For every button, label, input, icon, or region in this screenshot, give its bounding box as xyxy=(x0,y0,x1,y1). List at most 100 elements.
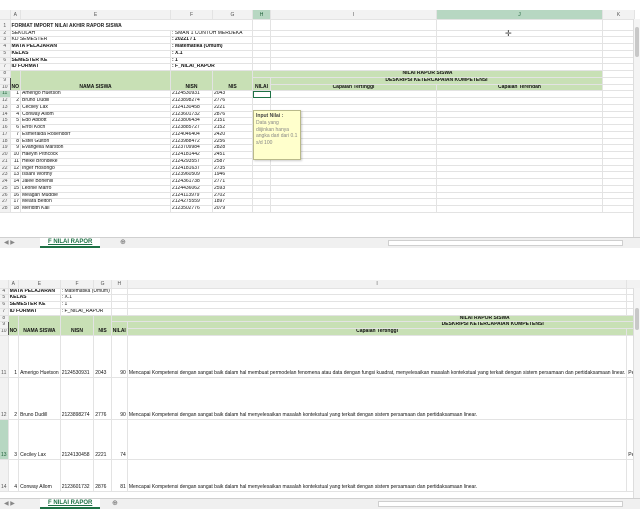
cell-nama-siswa[interactable]: Estel Gulton xyxy=(20,137,171,146)
cell-nama-siswa[interactable]: Meridith Kail xyxy=(20,205,171,213)
meta-label[interactable]: KELAS xyxy=(10,50,171,58)
cell-no[interactable]: 14 xyxy=(9,178,21,186)
cell-capaian-terendah[interactable] xyxy=(436,191,603,200)
meta-value[interactable]: : F_NILAI_RAPOR xyxy=(60,308,112,316)
cell-nilai[interactable]: 81 xyxy=(110,458,128,492)
cell-nis[interactable]: 2828 xyxy=(212,144,253,152)
cell-no[interactable]: 8 xyxy=(9,137,21,146)
cell-capaian-tertinggi[interactable] xyxy=(270,90,437,98)
cell-nis[interactable]: 2420 xyxy=(212,130,253,139)
cell-nis[interactable]: 2256 xyxy=(212,137,253,146)
cell-empty[interactable] xyxy=(602,192,635,200)
cell-nisn[interactable]: 2124361738 xyxy=(170,178,213,186)
cell-no[interactable]: 11 xyxy=(9,157,21,166)
cell-nis[interactable]: 2152 xyxy=(212,124,253,132)
cell-nis[interactable]: 2776 xyxy=(212,97,253,105)
cell-nisn[interactable]: 2123806434 xyxy=(170,117,213,125)
horizontal-scrollbar[interactable] xyxy=(388,240,623,246)
row-number[interactable]: 15 xyxy=(0,117,11,125)
row-number[interactable]: 4 xyxy=(0,288,9,296)
col-header-j[interactable]: J xyxy=(626,280,640,289)
cell-no[interactable]: 12 xyxy=(9,164,21,173)
cell-nama-siswa[interactable]: Conway Allom xyxy=(20,110,171,119)
cell-capaian-tertinggi[interactable]: Mencapai Kompetensi dengan sangat baik d… xyxy=(126,334,628,378)
cell-empty[interactable] xyxy=(602,185,635,193)
row-number[interactable]: 19 xyxy=(0,144,11,152)
cell-nama-siswa[interactable]: Issahi Worthy xyxy=(20,171,171,179)
row-number[interactable]: 26 xyxy=(0,192,11,200)
col-header-i[interactable]: I xyxy=(127,280,628,289)
cell-empty[interactable] xyxy=(602,158,635,166)
meta-value[interactable]: : X.1 xyxy=(60,294,112,302)
horizontal-scrollbar[interactable] xyxy=(378,501,623,507)
meta-label[interactable]: MATA PELAJARAN xyxy=(8,288,61,296)
row-number[interactable]: 1 xyxy=(0,19,11,31)
row-number[interactable]: 9 xyxy=(0,321,9,329)
cell-nis[interactable]: 2079 xyxy=(212,205,253,213)
col-header-a[interactable]: A xyxy=(8,280,20,289)
cell-nama-siswa[interactable]: Errol Koch xyxy=(20,124,171,132)
meta-value[interactable]: : Matematika (Umum) xyxy=(60,288,112,296)
cell-empty[interactable] xyxy=(602,90,635,98)
header-nilai-rapor[interactable]: NILAI RAPOR SISWA xyxy=(110,314,640,323)
cell-no[interactable]: 6 xyxy=(9,124,21,132)
cell-nilai[interactable] xyxy=(252,90,271,98)
row-number[interactable]: 14 xyxy=(0,111,11,119)
meta-value[interactable]: : SMAN 1 CONTOH MERDEKA xyxy=(170,30,253,38)
row-number[interactable]: 21 xyxy=(0,158,11,166)
cell-nilai[interactable] xyxy=(252,178,271,186)
cell-nilai[interactable] xyxy=(252,171,271,179)
cell-no[interactable]: 15 xyxy=(9,184,21,193)
row-number[interactable]: 22 xyxy=(0,165,11,173)
cell-nama-siswa[interactable]: Bruno Dudill xyxy=(18,376,61,420)
cell-nilai[interactable] xyxy=(252,191,271,200)
cell-nama-siswa[interactable]: Jalee Bonehill xyxy=(20,178,171,186)
meta-value[interactable]: : 1 xyxy=(170,57,253,65)
cell-no[interactable]: 1 xyxy=(7,334,20,378)
meta-value[interactable]: : 20221 / 1 xyxy=(170,36,253,44)
add-sheet-icon[interactable]: ⊕ xyxy=(112,499,118,509)
cell-nis[interactable]: 1897 xyxy=(212,198,253,206)
row-number[interactable]: 7 xyxy=(0,63,11,71)
header-nilai[interactable]: NILAI xyxy=(110,321,128,336)
cell-capaian-tertinggi[interactable] xyxy=(270,191,437,200)
row-number[interactable]: 12 xyxy=(0,377,9,420)
header-capaian-tertinggi[interactable]: Capaian Tertinggi xyxy=(126,328,628,336)
col-header-j[interactable]: J xyxy=(436,10,603,20)
row-number[interactable]: 5 xyxy=(0,294,9,302)
cell-nisn[interactable]: 2123988472 xyxy=(170,137,213,146)
row-number[interactable]: 7 xyxy=(0,308,9,316)
cell-nis[interactable]: 2593 xyxy=(212,184,253,193)
cell-nilai[interactable] xyxy=(252,198,271,206)
cell-nis[interactable]: 2221 xyxy=(93,418,112,460)
cell-nisn[interactable]: 2123709984 xyxy=(170,144,213,152)
cell-nisn[interactable]: 2124046404 xyxy=(170,130,213,139)
cell-no[interactable]: 18 xyxy=(9,205,21,213)
cell-nama-siswa[interactable]: Heike Brondeke xyxy=(20,157,171,166)
sheet-title[interactable]: FORMAT IMPORT NILAI AKHIR RAPOR SISWA xyxy=(10,19,253,31)
cell-capaian-terendah[interactable] xyxy=(436,151,603,159)
cell-nilai[interactable]: 74 xyxy=(110,418,128,460)
cell-nis[interactable]: 1946 xyxy=(212,171,253,179)
header-capaian-tertinggi[interactable]: Capaian Tertinggi xyxy=(270,83,437,92)
cell-no[interactable]: 3 xyxy=(7,418,20,460)
cell-nama-siswa[interactable]: Ceciley Lax xyxy=(18,418,61,460)
vertical-scrollbar[interactable] xyxy=(633,288,640,498)
cell-nisn[interactable]: 2123960509 xyxy=(170,171,213,179)
row-number[interactable]: 9 xyxy=(0,77,11,85)
cell-nisn[interactable]: 2124530931 xyxy=(59,334,95,378)
cell-capaian-tertinggi[interactable] xyxy=(270,178,437,186)
cell-no[interactable]: 7 xyxy=(9,130,21,139)
cell-capaian-tertinggi[interactable] xyxy=(270,205,437,213)
sheet-tab-f-nilai-rapor[interactable]: F NILAI RAPOR xyxy=(40,499,101,509)
row-number[interactable]: 13 xyxy=(0,419,9,460)
cell-nama-siswa[interactable]: Leonie Marro xyxy=(20,184,171,193)
vertical-scrollbar-thumb[interactable] xyxy=(635,308,639,330)
cell-nama-siswa[interactable]: Esmeralda Rosendorf xyxy=(20,130,171,139)
cell-nis[interactable]: 2043 xyxy=(212,90,253,98)
cell-nisn[interactable]: 2124530931 xyxy=(170,90,213,98)
cell-empty[interactable] xyxy=(602,178,635,186)
cell-capaian-terendah[interactable] xyxy=(436,90,603,98)
cell-nis[interactable]: 2876 xyxy=(93,458,112,492)
cell-no[interactable]: 13 xyxy=(9,171,21,179)
